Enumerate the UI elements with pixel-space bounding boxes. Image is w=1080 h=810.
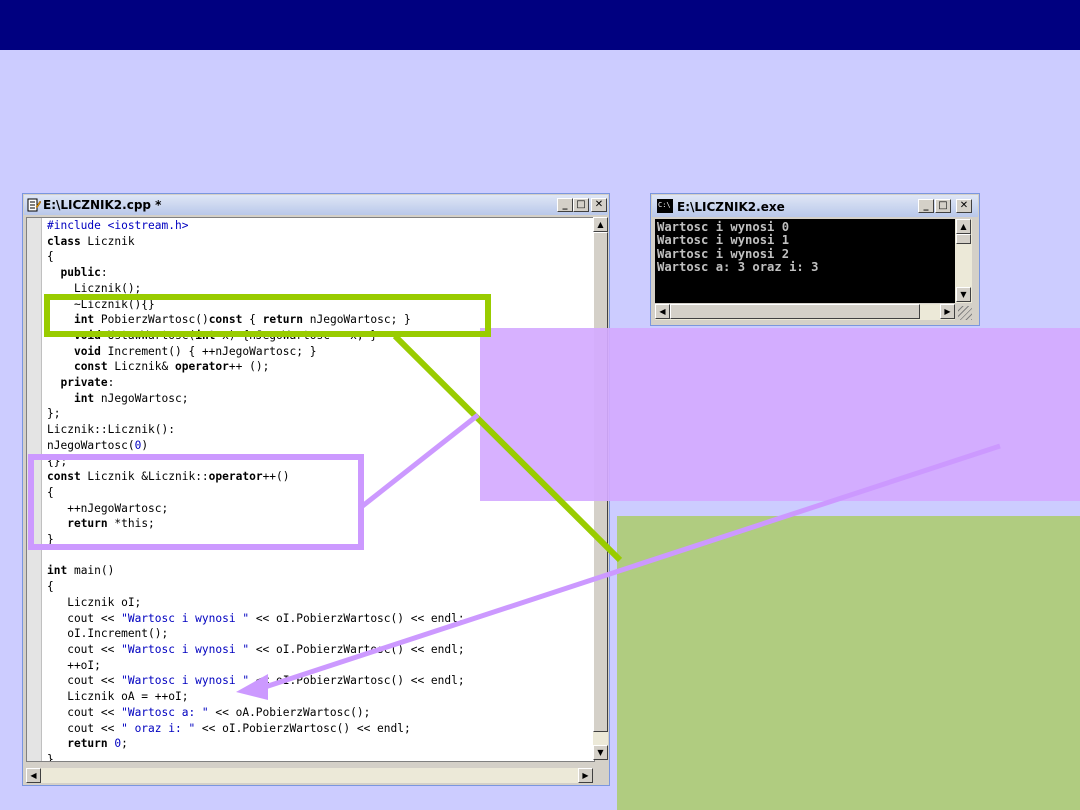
purple-arrowhead-icon xyxy=(236,674,268,700)
annotation-connectors xyxy=(236,333,1001,700)
purple-arrow-line xyxy=(261,443,1001,691)
green-connector-line xyxy=(392,333,623,563)
purple-connector-line xyxy=(358,413,480,510)
